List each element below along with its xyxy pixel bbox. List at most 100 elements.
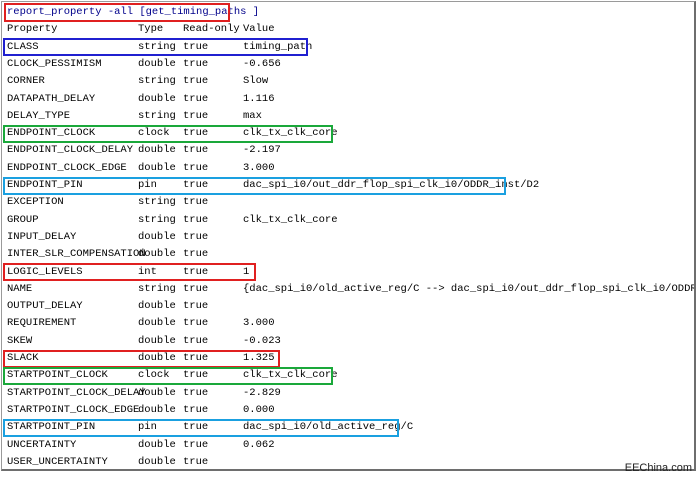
cell-readonly: true <box>183 352 209 364</box>
cell-value: dac_spi_i0/old_active_reg/C <box>243 421 414 434</box>
cell-property: STARTPOINT_CLOCK_EDGE <box>7 403 140 416</box>
cell-readonly: true <box>183 179 209 191</box>
cell-type: double <box>138 92 176 105</box>
cell-readonly: true <box>183 438 209 451</box>
cell-property: OUTPUT_DELAY <box>7 300 83 313</box>
cell-type: double <box>138 248 176 261</box>
cell-type: string <box>138 75 176 88</box>
cell-value: -2.829 <box>243 386 281 399</box>
cell-type: double <box>138 161 176 174</box>
cell-type: double <box>138 57 176 70</box>
cell-type: clock <box>138 369 170 382</box>
cell-readonly: true <box>183 334 209 347</box>
cell-value: clk_tx_clk_core <box>243 213 338 226</box>
cell-readonly: true <box>183 317 209 330</box>
cell-value: -0.656 <box>243 57 281 70</box>
cell-property: NAME <box>7 282 33 295</box>
cell-readonly: true <box>183 386 209 399</box>
cell-type: double <box>138 230 176 243</box>
cell-value: 0.062 <box>243 438 275 451</box>
cell-readonly: true <box>183 265 209 278</box>
cell-value: 0.000 <box>243 403 275 416</box>
cell-type: string <box>138 196 176 209</box>
cell-property: DATAPATH_DELAY <box>7 92 96 105</box>
cell-type: double <box>138 438 176 451</box>
cell-type: double <box>138 317 176 330</box>
cell-property: GROUP <box>7 213 39 226</box>
cell-readonly: true <box>183 57 209 70</box>
cell-value: 3.000 <box>243 317 275 330</box>
cell-property: CLASS <box>7 40 39 53</box>
cell-property: CORNER <box>7 75 45 88</box>
cell-value: -2.197 <box>243 144 281 157</box>
header-type: Type <box>138 23 164 36</box>
cell-value: timing_path <box>243 40 313 53</box>
cell-readonly: true <box>183 144 209 157</box>
cell-property: INTER_SLR_COMPENSATION <box>7 248 146 261</box>
cell-property: LOGIC_LEVELS <box>7 265 83 278</box>
cell-property: ENDPOINT_CLOCK_DELAY <box>7 144 134 157</box>
cell-type: string <box>138 282 176 295</box>
cell-readonly: true <box>183 109 209 122</box>
cell-type: pin <box>138 421 157 434</box>
cell-property: STARTPOINT_CLOCK_DELAY <box>7 386 146 399</box>
cell-value: -0.023 <box>243 334 281 347</box>
cell-type: double <box>138 352 176 364</box>
cell-type: pin <box>138 179 157 191</box>
cell-readonly: true <box>183 403 209 416</box>
cell-type: string <box>138 40 176 53</box>
cell-property: UNCERTAINTY <box>7 438 77 451</box>
cell-type: double <box>138 403 176 416</box>
cell-property: EXCEPTION <box>7 196 64 209</box>
cell-property: STARTPOINT_PIN <box>7 421 96 434</box>
cell-value: {dac_spi_i0/old_active_reg/C --> dac_spi… <box>243 282 696 295</box>
cell-value: clk_tx_clk_core <box>243 127 338 140</box>
watermark-text: EEChina.com <box>624 462 692 474</box>
cell-property: SKEW <box>7 334 33 347</box>
cell-value: Slow <box>243 75 269 88</box>
cell-readonly: true <box>183 40 209 53</box>
cell-readonly: true <box>183 282 209 295</box>
header-property: Property <box>7 23 58 36</box>
cell-type: int <box>138 265 157 278</box>
cell-type: double <box>138 144 176 157</box>
cell-value: 1 <box>243 265 250 278</box>
table-header: Property Type Read-only Value <box>7 21 275 38</box>
cell-value: dac_spi_i0/out_ddr_flop_spi_clk_i0/ODDR_… <box>243 179 540 191</box>
cell-value: 3.000 <box>243 161 275 174</box>
header-value: Value <box>243 23 275 36</box>
cell-property: USER_UNCERTAINTY <box>7 455 108 468</box>
command-line: report_property -all [get_timing_paths ] <box>7 6 260 18</box>
cell-property: DELAY_TYPE <box>7 109 71 122</box>
cell-readonly: true <box>183 369 209 382</box>
cell-property: REQUIREMENT <box>7 317 77 330</box>
cell-readonly: true <box>183 213 209 226</box>
report-console: report_property -all [get_timing_paths ]… <box>1 1 696 471</box>
cell-type: string <box>138 213 176 226</box>
cell-readonly: true <box>183 421 209 434</box>
cell-type: double <box>138 386 176 399</box>
cell-readonly: true <box>183 455 209 468</box>
cell-type: clock <box>138 127 170 140</box>
cell-value: 1.325 <box>243 352 275 364</box>
cell-readonly: true <box>183 248 209 261</box>
cell-value: max <box>243 109 262 122</box>
cell-readonly: true <box>183 196 209 209</box>
cell-readonly: true <box>183 92 209 105</box>
cell-type: double <box>138 334 176 347</box>
cell-readonly: true <box>183 75 209 88</box>
cell-value: 1.116 <box>243 92 275 105</box>
header-readonly: Read-only <box>183 23 240 36</box>
cell-readonly: true <box>183 230 209 243</box>
cell-property: ENDPOINT_CLOCK <box>7 127 96 140</box>
cell-type: double <box>138 455 176 468</box>
cell-readonly: true <box>183 161 209 174</box>
cell-type: string <box>138 109 176 122</box>
cell-value: clk_tx_clk_core <box>243 369 338 382</box>
cell-property: ENDPOINT_PIN <box>7 179 83 191</box>
cell-type: double <box>138 300 176 313</box>
cell-readonly: true <box>183 127 209 140</box>
cell-readonly: true <box>183 300 209 313</box>
cell-property: SLACK <box>7 352 39 364</box>
cell-property: INPUT_DELAY <box>7 230 77 243</box>
